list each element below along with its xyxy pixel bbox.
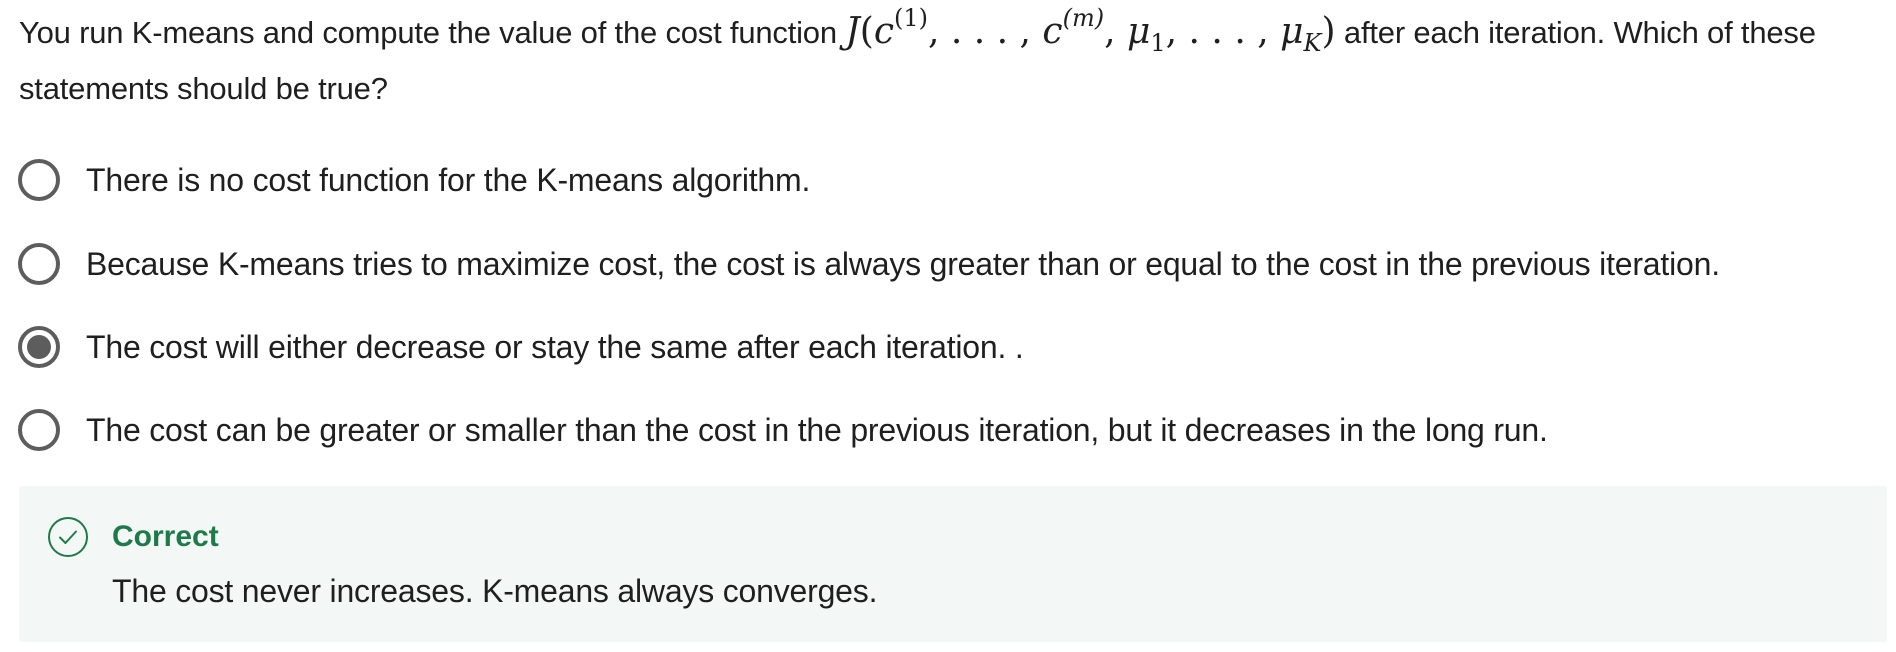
feedback-status: Correct <box>112 520 219 553</box>
answer-option-2[interactable]: Because K-means tries to maximize cost, … <box>18 239 1720 289</box>
radio-button-3[interactable] <box>18 326 60 368</box>
answer-option-3[interactable]: The cost will either decrease or stay th… <box>18 322 1024 372</box>
feedback-message: The cost never increases. K-means always… <box>112 573 878 609</box>
answer-option-label: Because K-means tries to maximize cost, … <box>86 245 1720 282</box>
answer-option-label: The cost will either decrease or stay th… <box>86 328 1024 365</box>
radio-button-1[interactable] <box>18 159 60 201</box>
answer-option-4[interactable]: The cost can be greater or smaller than … <box>18 405 1548 455</box>
radio-button-2[interactable] <box>18 243 60 285</box>
radio-button-4[interactable] <box>18 409 60 451</box>
feedback-panel: Correct The cost never increases. K-mean… <box>19 486 1887 642</box>
answer-option-label: The cost can be greater or smaller than … <box>86 411 1548 448</box>
cost-function-formula: J(c(1), . . . , c(m), μ1, . . . , μK) <box>845 4 1336 57</box>
check-circle-icon <box>48 517 88 557</box>
question-text-before: You run K-means and compute the value of… <box>19 15 837 50</box>
answer-option-label: There is no cost function for the K-mean… <box>86 161 811 198</box>
question-text: You run K-means and compute the value of… <box>19 4 1879 117</box>
answer-option-1[interactable]: There is no cost function for the K-mean… <box>18 155 810 205</box>
